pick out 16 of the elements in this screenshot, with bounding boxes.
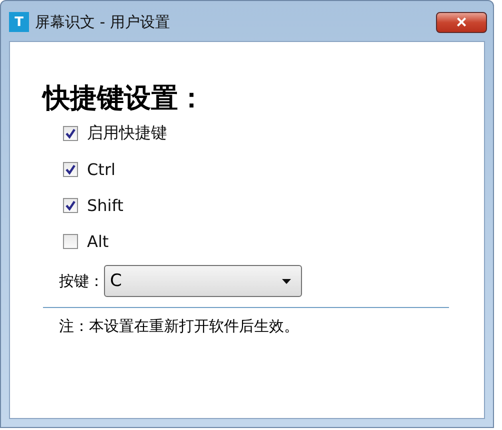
checkbox[interactable] [63, 126, 78, 141]
checkbox-label: Shift [87, 196, 124, 215]
key-dropdown[interactable]: C [104, 265, 302, 297]
checkbox-label: 启用快捷键 [87, 123, 167, 144]
section-heading: 快捷键设置： [43, 82, 206, 116]
checkbox[interactable] [63, 234, 78, 249]
note-text: 注：本设置在重新打开软件后生效。 [58, 317, 300, 336]
checkbox-label: Alt [87, 232, 109, 251]
checkbox-label: Ctrl [87, 160, 116, 179]
caret-icon [282, 278, 291, 284]
app-icon: T [9, 12, 29, 32]
window-title: 屏幕识文 - 用户设置 [35, 12, 171, 32]
key-label: 按键： [59, 272, 104, 290]
close-button[interactable]: × [436, 12, 487, 32]
checkbox[interactable] [63, 162, 78, 177]
checkbox[interactable] [63, 198, 78, 213]
